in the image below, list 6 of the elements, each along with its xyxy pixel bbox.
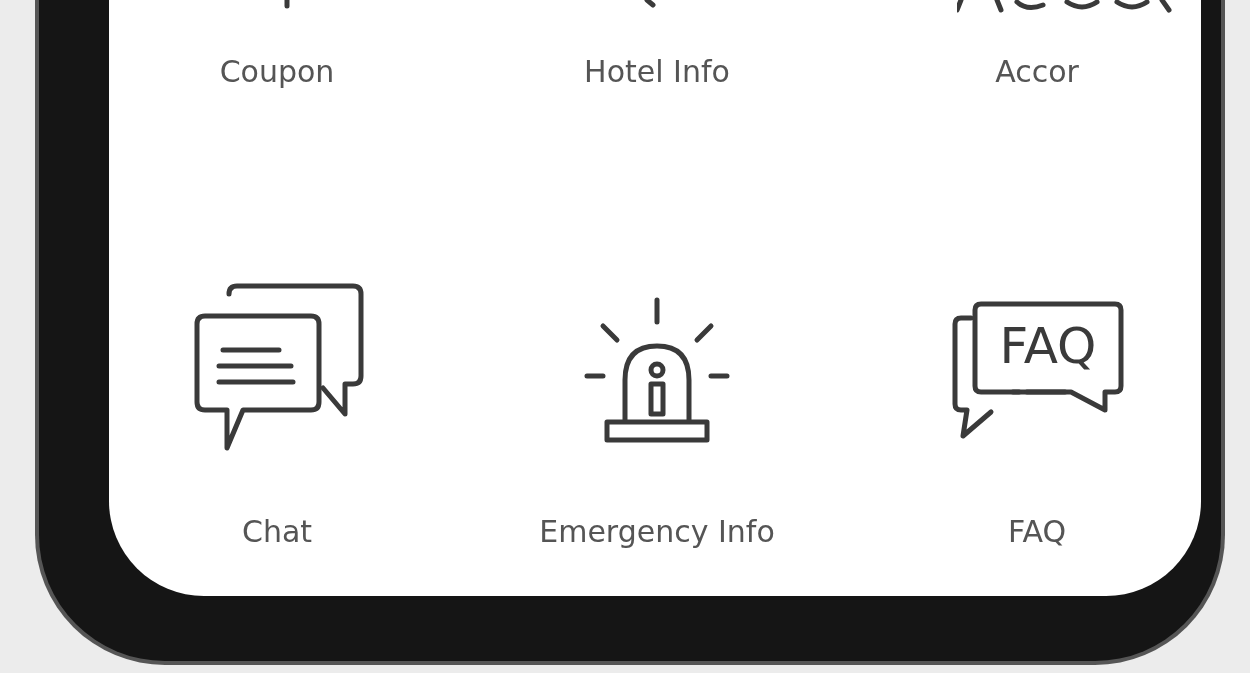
menu-label[interactable]: Hotel Info bbox=[584, 52, 730, 92]
menu-label[interactable]: Chat bbox=[241, 512, 313, 552]
menu-label[interactable]: Accor bbox=[995, 52, 1079, 92]
menu-label[interactable]: Emergency Info bbox=[539, 512, 775, 552]
menu-label[interactable]: FAQ bbox=[1007, 512, 1067, 552]
menu-label[interactable]: Coupon bbox=[219, 52, 335, 92]
